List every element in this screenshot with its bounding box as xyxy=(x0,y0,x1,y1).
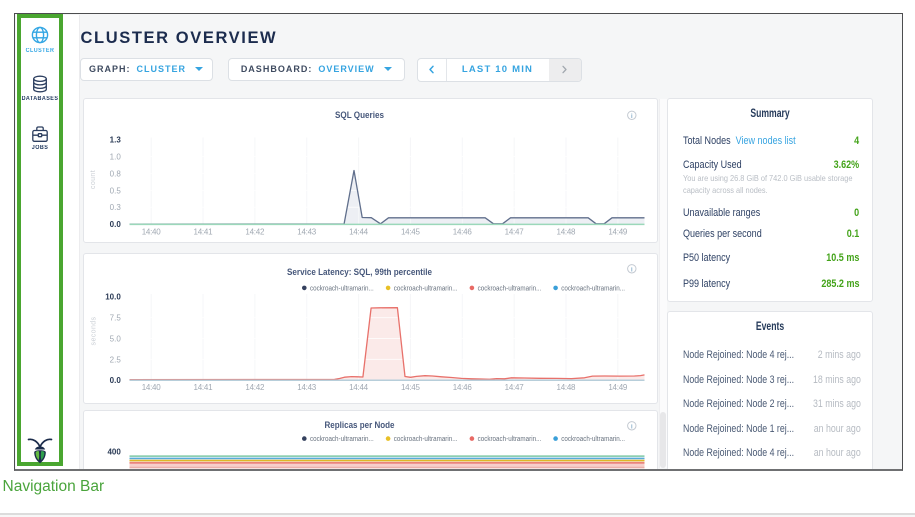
svg-text:Service Latency: SQL, 99th per: Service Latency: SQL, 99th percentile xyxy=(287,267,432,278)
svg-text:14:49: 14:49 xyxy=(608,383,628,392)
svg-text:cockroach-ultramarin...: cockroach-ultramarin... xyxy=(561,285,625,292)
svg-text:14:44: 14:44 xyxy=(349,383,369,392)
svg-text:14:48: 14:48 xyxy=(557,227,577,236)
svg-text:14:40: 14:40 xyxy=(142,227,162,236)
svg-text:14:43: 14:43 xyxy=(297,383,317,392)
svg-text:14:40: 14:40 xyxy=(142,383,162,392)
svg-text:i: i xyxy=(631,266,633,273)
svg-text:i: i xyxy=(631,423,633,430)
svg-text:400: 400 xyxy=(107,447,121,456)
svg-text:cockroach-ultramarin...: cockroach-ultramarin... xyxy=(394,436,458,443)
svg-text:14:45: 14:45 xyxy=(401,227,421,236)
svg-text:0.8: 0.8 xyxy=(110,169,122,178)
svg-text:14:49: 14:49 xyxy=(608,227,628,236)
svg-text:7.5: 7.5 xyxy=(110,313,122,322)
svg-text:14:48: 14:48 xyxy=(557,383,577,392)
svg-text:0.0: 0.0 xyxy=(110,220,122,229)
svg-text:14:46: 14:46 xyxy=(453,383,473,392)
svg-text:14:42: 14:42 xyxy=(245,227,265,236)
svg-text:cockroach-ultramarin...: cockroach-ultramarin... xyxy=(394,285,458,292)
svg-text:0.3: 0.3 xyxy=(110,203,122,212)
svg-text:1.0: 1.0 xyxy=(110,152,122,161)
svg-text:14:46: 14:46 xyxy=(453,227,473,236)
svg-text:14:41: 14:41 xyxy=(194,227,214,236)
svg-text:i: i xyxy=(631,113,633,120)
svg-text:14:43: 14:43 xyxy=(297,227,317,236)
svg-text:14:44: 14:44 xyxy=(349,227,369,236)
svg-text:SQL Queries: SQL Queries xyxy=(335,110,384,121)
svg-text:cockroach-ultramarin...: cockroach-ultramarin... xyxy=(310,285,374,292)
svg-text:14:45: 14:45 xyxy=(401,383,421,392)
svg-text:Replicas per Node: Replicas per Node xyxy=(325,419,395,430)
svg-text:0.0: 0.0 xyxy=(110,376,122,385)
svg-text:cockroach-ultramarin...: cockroach-ultramarin... xyxy=(478,285,542,292)
svg-text:10.0: 10.0 xyxy=(105,292,121,301)
svg-text:cockroach-ultramarin...: cockroach-ultramarin... xyxy=(561,436,625,443)
svg-text:14:42: 14:42 xyxy=(245,383,265,392)
svg-text:5.0: 5.0 xyxy=(110,334,122,343)
svg-text:cockroach-ultramarin...: cockroach-ultramarin... xyxy=(478,436,542,443)
svg-text:count: count xyxy=(90,170,97,189)
svg-text:14:47: 14:47 xyxy=(505,383,525,392)
svg-text:1.3: 1.3 xyxy=(110,136,122,145)
svg-text:0.5: 0.5 xyxy=(110,186,122,195)
svg-text:seconds: seconds xyxy=(91,316,98,345)
svg-text:cockroach-ultramarin...: cockroach-ultramarin... xyxy=(310,436,374,443)
svg-text:2.5: 2.5 xyxy=(110,355,122,364)
svg-text:14:47: 14:47 xyxy=(505,227,525,236)
svg-text:14:41: 14:41 xyxy=(194,383,214,392)
